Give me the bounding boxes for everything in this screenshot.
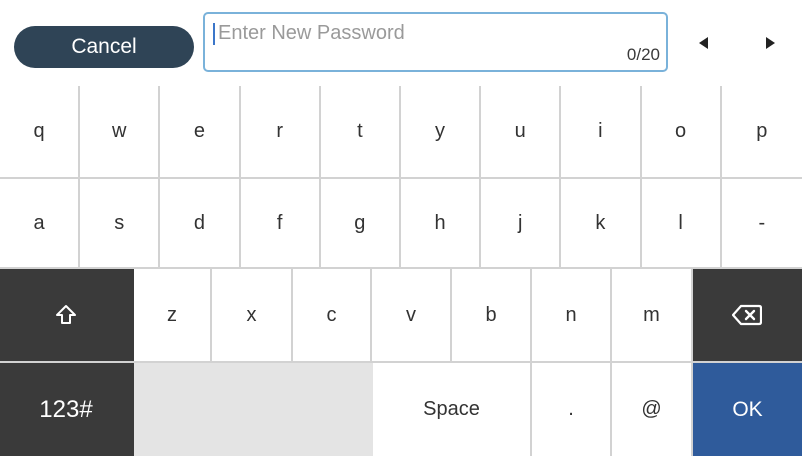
key-l[interactable]: l xyxy=(641,179,722,267)
key-y[interactable]: y xyxy=(400,86,482,177)
key-e[interactable]: e xyxy=(160,86,241,177)
key-d[interactable]: d xyxy=(160,179,241,267)
on-screen-keyboard: q w e r t y u i o p a s d f g h j k l - xyxy=(0,86,802,456)
password-entry-screen: Cancel Enter New Password 0/20 q w e r t… xyxy=(0,0,802,456)
key-z[interactable]: z xyxy=(134,269,212,361)
shift-key[interactable] xyxy=(0,269,134,361)
cursor-left-icon xyxy=(699,37,708,49)
key-j[interactable]: j xyxy=(481,179,562,267)
shift-icon xyxy=(56,305,76,324)
key-n[interactable]: n xyxy=(532,269,612,361)
password-input-placeholder: Enter New Password xyxy=(218,22,405,44)
key-u[interactable]: u xyxy=(481,86,562,177)
keyboard-row-3: z x c v b n m xyxy=(0,269,802,361)
key-t[interactable]: t xyxy=(320,86,401,177)
key-f[interactable]: f xyxy=(240,179,321,267)
cancel-button-label: Cancel xyxy=(71,35,137,58)
character-counter: 0/20 xyxy=(626,45,660,64)
key-x[interactable]: x xyxy=(212,269,293,361)
cursor-right-icon xyxy=(766,37,775,49)
key-g[interactable]: g xyxy=(320,179,401,267)
key-hyphen[interactable]: - xyxy=(721,179,802,267)
keyboard-row-4: 123# Space . @ OK xyxy=(0,363,802,456)
text-caret xyxy=(213,23,215,45)
key-q[interactable]: q xyxy=(0,86,81,177)
key-w[interactable]: w xyxy=(80,86,161,177)
cursor-right-button[interactable] xyxy=(759,32,781,54)
backspace-key[interactable] xyxy=(693,269,802,361)
ok-button[interactable]: OK xyxy=(693,363,802,456)
key-m[interactable]: m xyxy=(612,269,693,361)
at-key[interactable]: @ xyxy=(612,363,693,456)
key-k[interactable]: k xyxy=(561,179,642,267)
number-symbol-mode-key[interactable]: 123# xyxy=(0,363,134,456)
period-key[interactable]: . xyxy=(532,363,612,456)
password-input[interactable]: Enter New Password 0/20 xyxy=(203,12,668,72)
blank-key-area xyxy=(134,363,373,456)
key-i[interactable]: i xyxy=(561,86,642,177)
key-h[interactable]: h xyxy=(400,179,482,267)
key-r[interactable]: r xyxy=(240,86,321,177)
key-p[interactable]: p xyxy=(721,86,802,177)
cancel-button[interactable]: Cancel xyxy=(14,26,194,68)
space-key[interactable]: Space xyxy=(373,363,532,456)
keyboard-row-1: q w e r t y u i o p xyxy=(0,86,802,177)
key-c[interactable]: c xyxy=(293,269,372,361)
key-a[interactable]: a xyxy=(0,179,81,267)
top-bar: Cancel Enter New Password 0/20 xyxy=(0,0,802,86)
key-s[interactable]: s xyxy=(80,179,161,267)
key-o[interactable]: o xyxy=(641,86,722,177)
keyboard-row-2: a s d f g h j k l - xyxy=(0,179,802,267)
backspace-icon xyxy=(731,304,762,326)
cursor-left-button[interactable] xyxy=(693,32,715,54)
key-v[interactable]: v xyxy=(372,269,452,361)
key-b[interactable]: b xyxy=(452,269,532,361)
